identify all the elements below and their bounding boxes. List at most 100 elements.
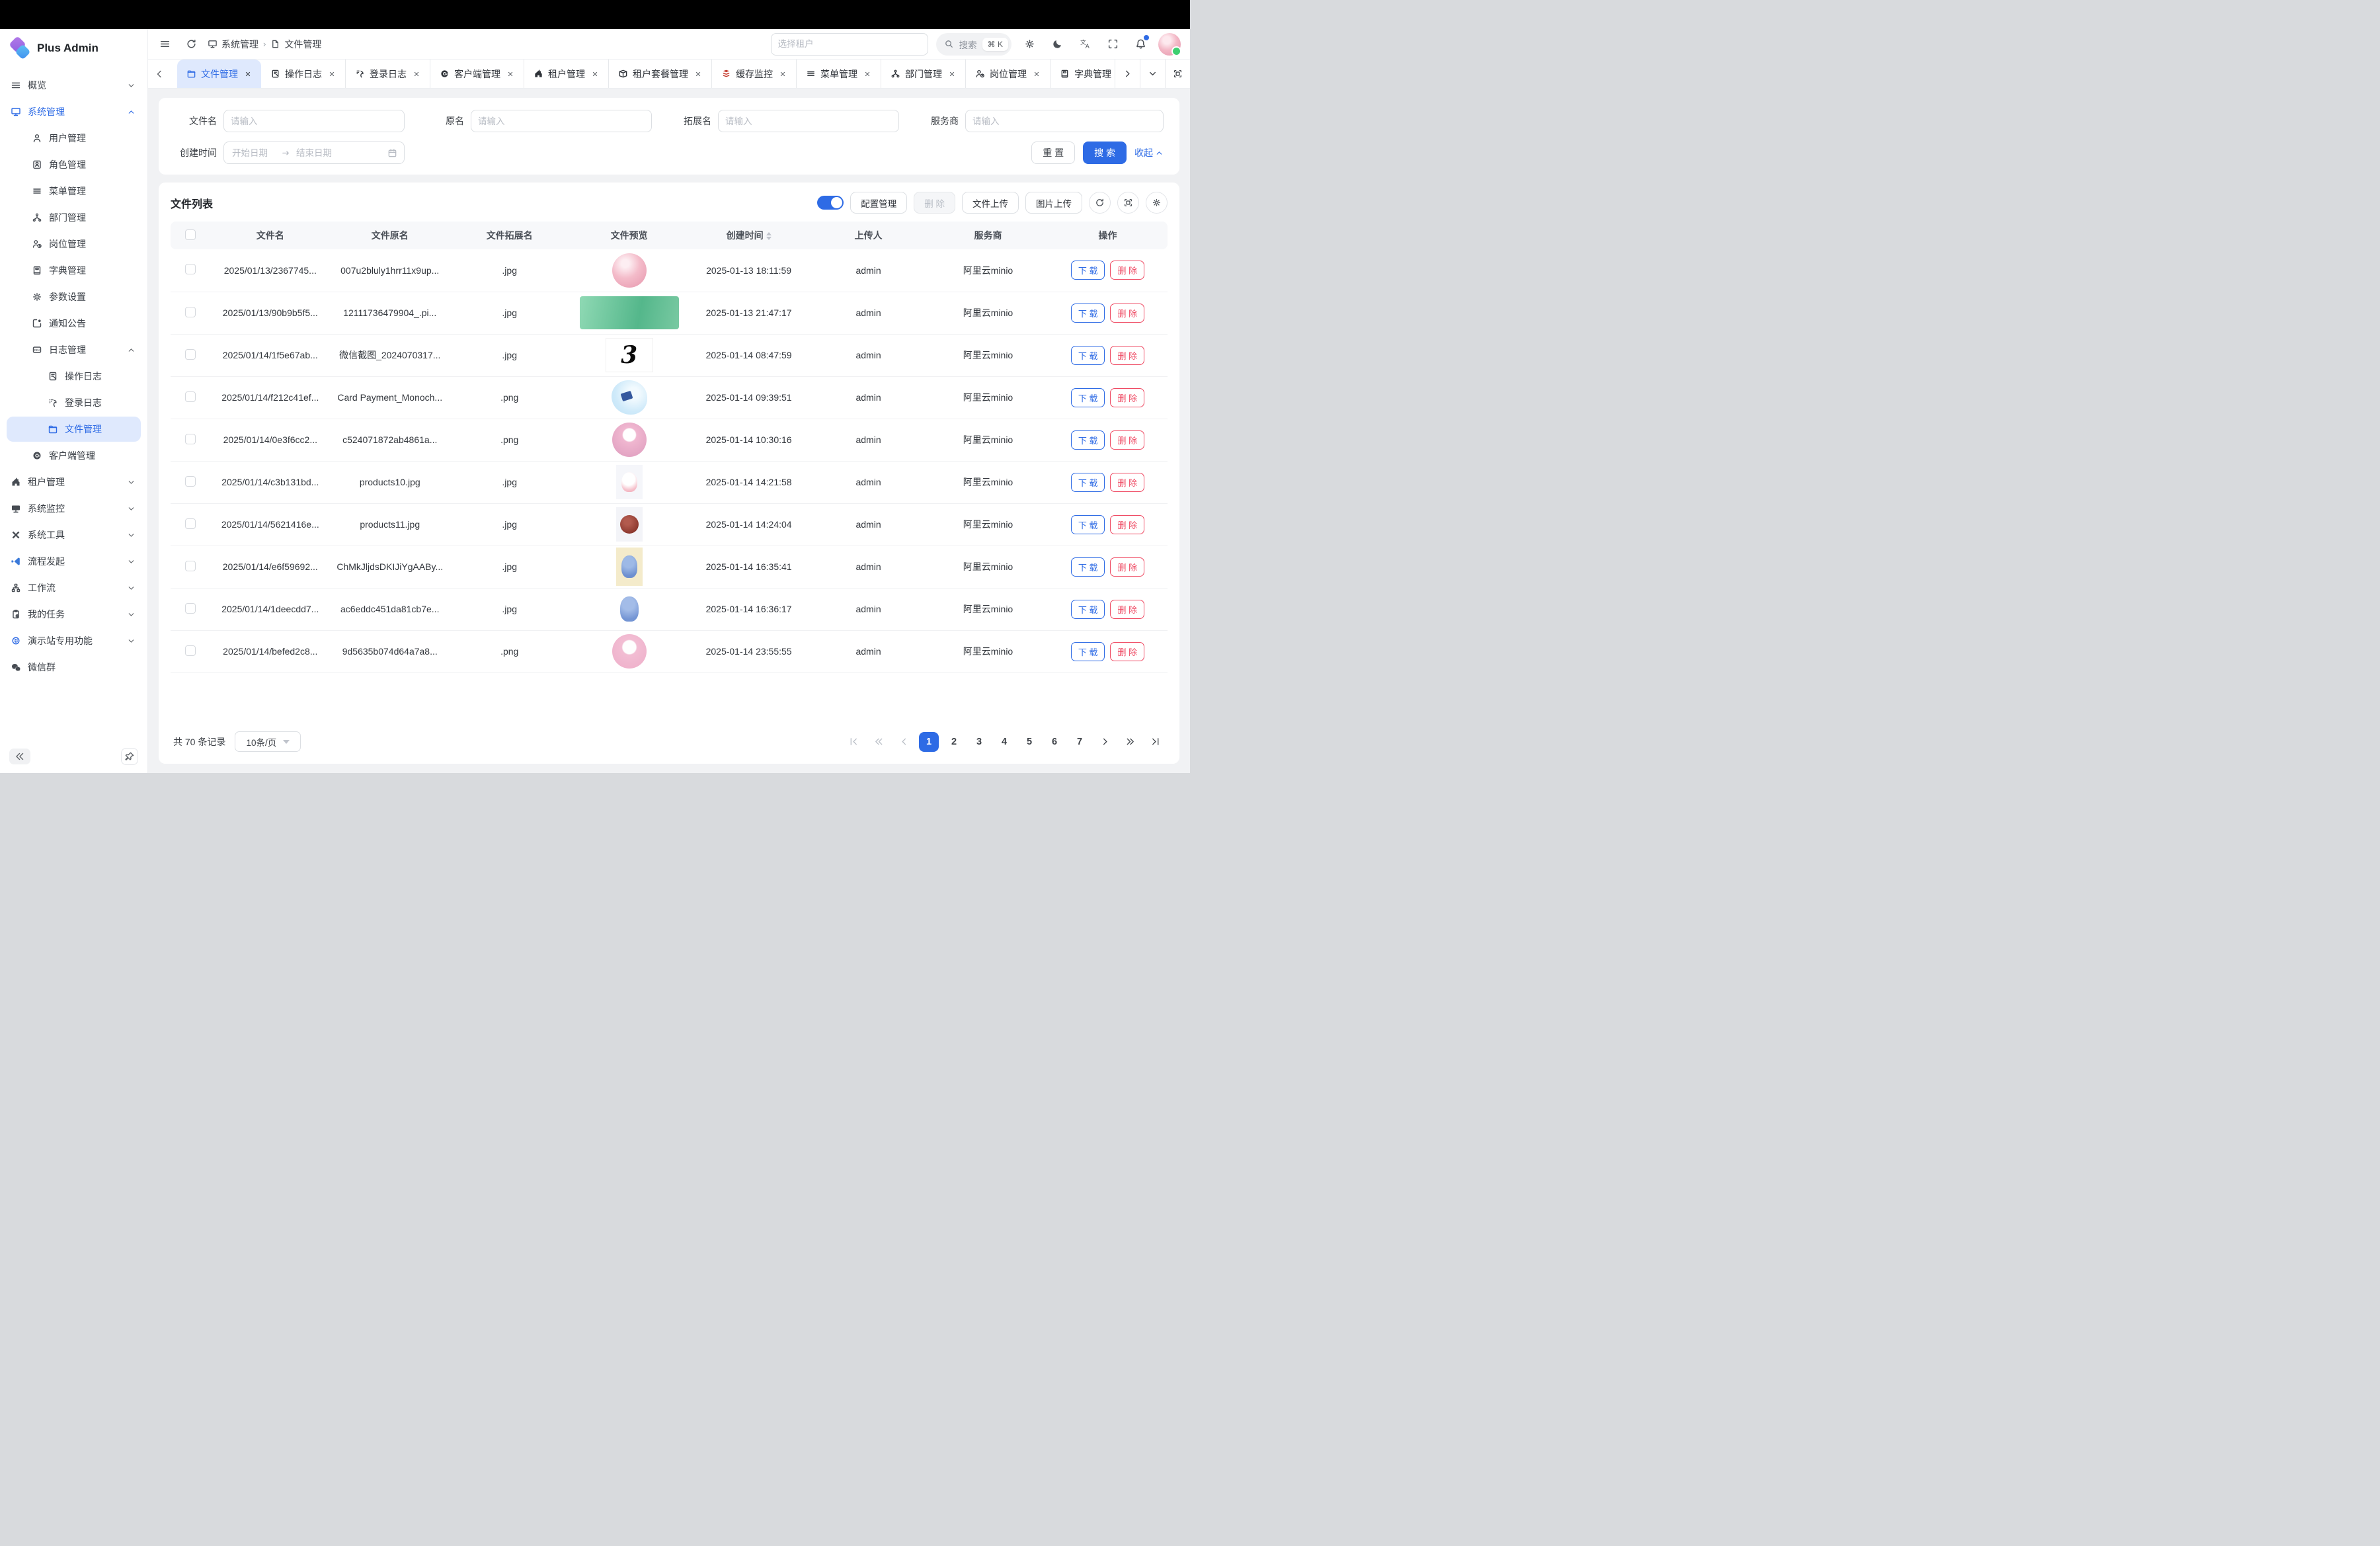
sidebar-item-menu-lines[interactable]: 菜单管理	[7, 179, 141, 204]
download-button[interactable]: 下 载	[1071, 600, 1105, 619]
tab-package[interactable]: 租户套餐管理	[609, 60, 712, 88]
pager-prev-button[interactable]	[894, 732, 914, 752]
app-logo[interactable]: Plus Admin	[0, 29, 147, 65]
pager-next-button[interactable]	[1095, 732, 1115, 752]
row-checkbox[interactable]	[185, 264, 196, 274]
content-maximize-button[interactable]	[1165, 60, 1190, 88]
tab-oplog[interactable]: 操作日志	[261, 60, 346, 88]
preview-image-red-sphere-photo[interactable]	[616, 507, 643, 542]
pager-first-button[interactable]	[844, 732, 863, 752]
download-button[interactable]: 下 载	[1071, 346, 1105, 365]
settings-button[interactable]	[1019, 34, 1039, 54]
pager-page-3[interactable]: 3	[969, 732, 989, 752]
sort-icon[interactable]	[766, 232, 772, 240]
sidebar-item-globe[interactable]: 演示站专用功能	[7, 628, 141, 653]
filename-input[interactable]	[223, 110, 405, 132]
delete-button[interactable]: 删 除	[1110, 642, 1144, 661]
row-checkbox[interactable]	[185, 391, 196, 402]
column-header-created[interactable]: 创建时间	[689, 222, 809, 249]
sidebar-item-workflow[interactable]: 工作流	[7, 575, 141, 600]
select-all-checkbox[interactable]	[185, 229, 196, 240]
sidebar-item-gear[interactable]: 参数设置	[7, 284, 141, 309]
delete-button[interactable]: 删 除	[1110, 430, 1144, 450]
tab-close-icon[interactable]	[779, 70, 787, 78]
pager-page-1[interactable]: 1	[919, 732, 939, 752]
sidebar-item-notice[interactable]: 通知公告	[7, 311, 141, 336]
sidebar-item-client[interactable]: 客户端管理	[7, 443, 141, 468]
global-search-button[interactable]: 搜索 ⌘ K	[936, 33, 1012, 56]
pager-last-button[interactable]	[1145, 732, 1165, 752]
tab-home[interactable]: 租户管理	[524, 60, 609, 88]
table-fullscreen-button[interactable]	[1117, 192, 1139, 214]
config-manage-button[interactable]: 配置管理	[850, 192, 907, 214]
tab-close-icon[interactable]	[244, 70, 252, 78]
dark-mode-button[interactable]	[1047, 34, 1067, 54]
delete-button[interactable]: 删 除	[1110, 346, 1144, 365]
row-checkbox[interactable]	[185, 518, 196, 529]
row-checkbox[interactable]	[185, 645, 196, 656]
preview-image-calligraphy-three[interactable]: 3	[606, 338, 653, 372]
sidebar-item-flow[interactable]: 流程发起	[7, 549, 141, 574]
tab-close-icon[interactable]	[413, 70, 420, 78]
tab-close-icon[interactable]	[863, 70, 871, 78]
sidebar-item-dev[interactable]: DEV日志管理	[7, 337, 141, 362]
tab-loginlog[interactable]: 登录日志	[346, 60, 430, 88]
tab-folder[interactable]: 文件管理	[177, 60, 261, 88]
preview-image-robot-avatar-pink-2[interactable]	[612, 634, 647, 669]
download-button[interactable]: 下 载	[1071, 261, 1105, 280]
page-size-select[interactable]: 10条/页	[235, 731, 301, 752]
menu-toggle-button[interactable]	[155, 34, 175, 54]
preview-image-card-payment-illustration[interactable]	[612, 380, 647, 415]
collapse-filters-link[interactable]: 收起	[1134, 146, 1164, 159]
start-date-input[interactable]	[231, 147, 277, 159]
preview-image-pink-bunny-photo[interactable]	[612, 253, 647, 288]
sidebar-item-dept[interactable]: 部门管理	[7, 205, 141, 230]
sidebar-item-post[interactable]: 岗位管理	[7, 231, 141, 257]
row-checkbox[interactable]	[185, 434, 196, 444]
pager-back5-button[interactable]	[869, 732, 889, 752]
tab-close-icon[interactable]	[948, 70, 956, 78]
tabs-menu-button[interactable]	[1140, 60, 1165, 88]
row-checkbox[interactable]	[185, 349, 196, 360]
tabs-scroll-left-button[interactable]	[148, 60, 171, 88]
tab-close-icon[interactable]	[1033, 70, 1041, 78]
notifications-button[interactable]	[1130, 34, 1150, 54]
bulk-delete-button[interactable]: 删 除	[914, 192, 955, 214]
delete-button[interactable]: 删 除	[1110, 388, 1144, 407]
preview-image-stitch-cartoon[interactable]	[615, 590, 644, 628]
row-checkbox[interactable]	[185, 307, 196, 317]
upload-file-button[interactable]: 文件上传	[962, 192, 1019, 214]
download-button[interactable]: 下 载	[1071, 642, 1105, 661]
pager-forward5-button[interactable]	[1120, 732, 1140, 752]
sidebar-item-user[interactable]: 用户管理	[7, 126, 141, 151]
sidebar-pin-button[interactable]	[121, 748, 138, 765]
row-checkbox[interactable]	[185, 476, 196, 487]
refresh-table-button[interactable]	[1089, 192, 1111, 214]
date-range-picker[interactable]	[223, 142, 405, 164]
breadcrumb-item[interactable]: 文件管理	[270, 38, 321, 51]
language-button[interactable]: 文A	[1075, 34, 1095, 54]
tab-close-icon[interactable]	[591, 70, 599, 78]
tab-book[interactable]: 字典管理	[1051, 60, 1115, 88]
preview-image-cat-figurine-photo[interactable]	[616, 465, 643, 499]
sidebar-item-tasks[interactable]: 我的任务	[7, 602, 141, 627]
pager-page-6[interactable]: 6	[1045, 732, 1064, 752]
extension-input[interactable]	[718, 110, 899, 132]
pager-page-4[interactable]: 4	[994, 732, 1014, 752]
sidebar-item-menu[interactable]: 概览	[7, 73, 141, 98]
download-button[interactable]: 下 载	[1071, 430, 1105, 450]
delete-button[interactable]: 删 除	[1110, 473, 1144, 492]
row-checkbox[interactable]	[185, 561, 196, 571]
sidebar-item-role[interactable]: 角色管理	[7, 152, 141, 177]
reset-button[interactable]: 重 置	[1031, 142, 1075, 164]
sidebar-item-folder[interactable]: 文件管理	[7, 417, 141, 442]
tab-post[interactable]: 岗位管理	[966, 60, 1051, 88]
sidebar-item-oplog[interactable]: 操作日志	[7, 364, 141, 389]
sidebar-collapse-button[interactable]	[9, 749, 30, 764]
sidebar-item-wechat[interactable]: 微信群	[7, 655, 141, 680]
upload-image-button[interactable]: 图片上传	[1025, 192, 1082, 214]
refresh-page-button[interactable]	[181, 34, 201, 54]
user-avatar[interactable]	[1158, 33, 1181, 56]
delete-button[interactable]: 删 除	[1110, 557, 1144, 577]
preview-image-stitch-cartoon-cream[interactable]	[616, 548, 643, 586]
